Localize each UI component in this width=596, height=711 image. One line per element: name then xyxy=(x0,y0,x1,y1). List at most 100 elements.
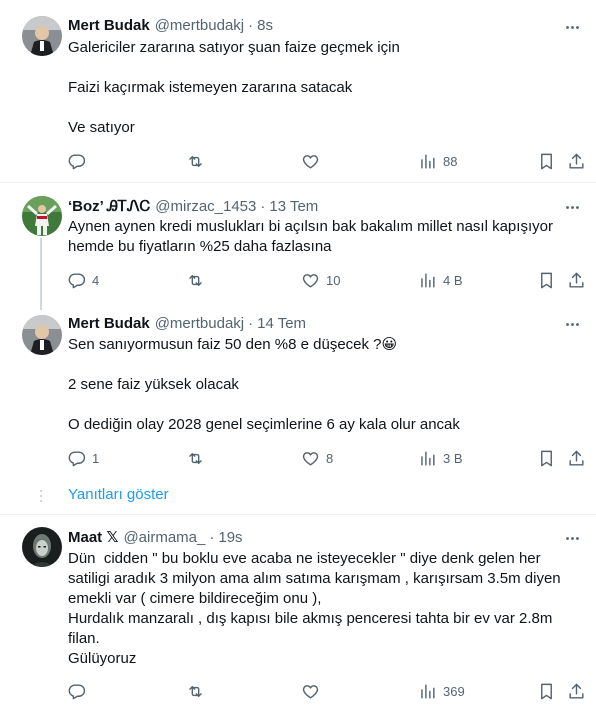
timestamp[interactable]: 19s xyxy=(218,529,242,546)
tweet-4[interactable]: Maat 𝕏 @airmama_ · 19s Dün cidden " bu b… xyxy=(0,515,596,711)
share-button[interactable] xyxy=(567,268,586,292)
like-button[interactable] xyxy=(301,149,326,173)
views-icon xyxy=(421,450,435,466)
views-button[interactable]: 4 B xyxy=(418,268,463,292)
display-name[interactable]: Mert Budak xyxy=(68,17,150,34)
tweet-3[interactable]: Mert Budak @mertbudakj · 14 Tem Sen sanı… xyxy=(0,311,596,481)
reply-icon xyxy=(68,153,86,169)
views-icon xyxy=(421,153,435,169)
heart-icon xyxy=(302,273,319,288)
reply-button[interactable] xyxy=(67,149,92,173)
reply-count: 4 xyxy=(92,272,100,288)
views-icon xyxy=(421,683,435,699)
display-name[interactable]: Mert Budak xyxy=(68,315,150,332)
view-count: 88 xyxy=(443,153,458,169)
user-handle[interactable]: @airmama_ xyxy=(123,529,205,546)
views-button[interactable]: 369 xyxy=(418,679,465,703)
heart-icon xyxy=(302,451,319,466)
retweet-icon xyxy=(189,155,202,167)
retweet-button[interactable] xyxy=(186,679,211,703)
share-icon xyxy=(569,153,584,169)
more-options-button[interactable] xyxy=(562,197,582,217)
like-button[interactable]: 8 xyxy=(301,446,333,470)
tweet-2[interactable]: ‘Boz’ ᎯᎢᏁᏟ @mirzac_1453 · 13 Tem Aynen a… xyxy=(0,183,596,311)
avatar[interactable] xyxy=(22,527,62,567)
more-icon xyxy=(565,205,579,209)
tweet-header: Mert Budak @mertbudakj · 14 Tem xyxy=(68,313,306,333)
bookmark-icon xyxy=(541,272,552,288)
heart-icon xyxy=(302,154,319,169)
tweet-header: Mert Budak @mertbudakj · 8s xyxy=(68,15,273,35)
avatar[interactable] xyxy=(22,16,62,56)
share-button[interactable] xyxy=(567,446,586,470)
separator-dot: · xyxy=(248,16,254,34)
share-button[interactable] xyxy=(567,149,586,173)
bookmark-button[interactable] xyxy=(537,679,556,703)
tweet-1[interactable]: Mert Budak @mertbudakj · 8s Galericiler … xyxy=(0,0,596,182)
tweet-actions: 369 xyxy=(60,679,590,703)
tweet-actions: 1 8 3 B xyxy=(60,446,590,470)
tweet-text: Dün cidden " bu boklu eve acaba ne istey… xyxy=(68,550,561,667)
retweet-icon xyxy=(189,274,202,286)
retweet-icon xyxy=(189,452,202,464)
views-button[interactable]: 3 B xyxy=(418,446,463,470)
retweet-button[interactable] xyxy=(186,446,211,470)
like-button[interactable]: 10 xyxy=(301,268,340,292)
view-count: 3 B xyxy=(443,450,463,466)
like-button[interactable] xyxy=(301,679,326,703)
user-handle[interactable]: @mirzac_1453 xyxy=(155,198,256,215)
bookmark-icon xyxy=(541,450,552,466)
reply-icon xyxy=(68,683,86,699)
tweet-actions: 4 10 4 B xyxy=(60,268,590,292)
more-options-button[interactable] xyxy=(562,314,582,334)
separator-dot: · xyxy=(248,314,254,332)
view-count: 369 xyxy=(443,683,465,699)
reply-button[interactable]: 1 xyxy=(67,446,99,470)
tweet-text: Galericiler zararına satıyor şuan faize … xyxy=(68,39,400,136)
timestamp[interactable]: 13 Tem xyxy=(269,198,318,215)
bookmark-button[interactable] xyxy=(537,268,556,292)
more-icon xyxy=(565,322,579,326)
reply-button[interactable]: 4 xyxy=(67,268,99,292)
like-count: 8 xyxy=(326,450,334,466)
user-handle[interactable]: @mertbudakj xyxy=(155,17,244,34)
retweet-button[interactable] xyxy=(186,149,211,173)
tweet-header: Maat 𝕏 @airmama_ · 19s xyxy=(68,527,243,547)
reply-icon xyxy=(68,450,86,466)
more-options-button[interactable] xyxy=(562,17,582,37)
view-count: 4 B xyxy=(443,272,463,288)
user-handle[interactable]: @mertbudakj xyxy=(155,315,244,332)
more-icon xyxy=(565,25,579,29)
tweet-text: Sen sanıyormusun faiz 50 den %8 e düşece… xyxy=(68,336,460,433)
share-icon xyxy=(569,450,584,466)
bookmark-button[interactable] xyxy=(537,446,556,470)
bookmark-button[interactable] xyxy=(537,149,556,173)
share-icon xyxy=(569,272,584,288)
share-button[interactable] xyxy=(567,679,586,703)
separator-dot: · xyxy=(209,528,215,546)
reply-icon xyxy=(68,272,86,288)
more-icon xyxy=(565,536,579,540)
thread-dots xyxy=(40,490,42,505)
views-button[interactable]: 88 xyxy=(418,149,457,173)
like-count: 10 xyxy=(326,272,341,288)
heart-icon xyxy=(302,684,319,699)
retweet-button[interactable] xyxy=(186,268,211,292)
avatar[interactable] xyxy=(22,315,62,355)
avatar[interactable] xyxy=(22,196,62,236)
more-options-button[interactable] xyxy=(562,528,582,548)
display-name[interactable]: Maat 𝕏 xyxy=(68,528,118,546)
bookmark-icon xyxy=(541,153,552,169)
timestamp[interactable]: 14 Tem xyxy=(257,315,306,332)
separator-dot: · xyxy=(260,197,266,215)
reply-count: 1 xyxy=(92,450,100,466)
show-replies-link[interactable]: Yanıtları göster xyxy=(68,486,169,503)
views-icon xyxy=(421,272,435,288)
tweet-text: Aynen aynen kredi muslukları bi açılsın … xyxy=(68,218,558,255)
retweet-icon xyxy=(189,685,202,697)
tweet-header: ‘Boz’ ᎯᎢᏁᏟ @mirzac_1453 · 13 Tem xyxy=(68,196,318,216)
timestamp[interactable]: 8s xyxy=(257,17,273,34)
display-name[interactable]: ‘Boz’ ᎯᎢᏁᏟ xyxy=(68,198,150,215)
reply-button[interactable] xyxy=(67,679,92,703)
bookmark-icon xyxy=(541,683,552,699)
